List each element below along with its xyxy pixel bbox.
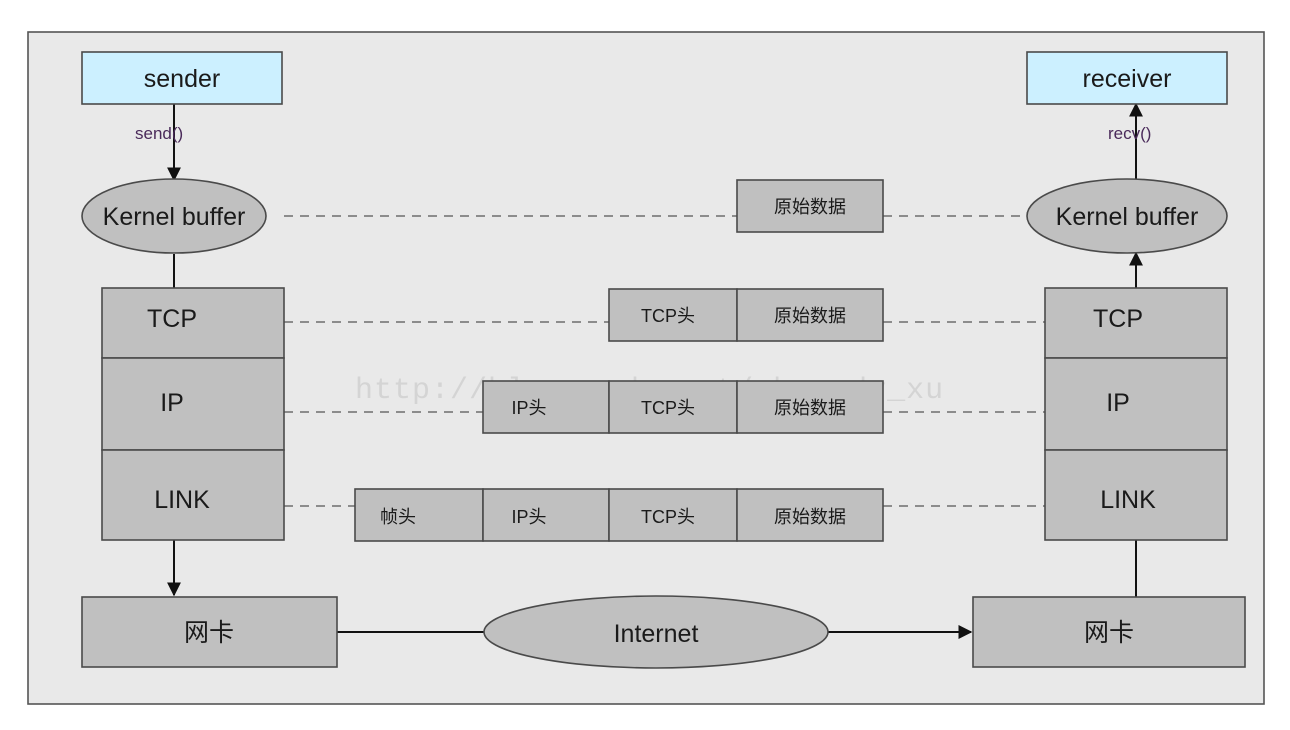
packet-segment-frame-header [354,488,484,542]
packet-link-level: 帧头 IP头 TCP头 原始数据 [354,488,884,542]
recv-call-label: recv() [1108,124,1151,143]
kernel-buffer-sender-label: Kernel buffer [103,203,246,231]
diagram-stage: http://blog.csdn.net/shanady_xu sender s… [0,0,1290,730]
nic-receiver: 网卡 [972,596,1246,668]
sender-label: sender [144,65,220,93]
ip-label-receiver: IP [1106,389,1130,417]
packet-tcp-level: TCP头 原始数据 [608,288,884,342]
kernel-buffer-receiver-label: Kernel buffer [1056,203,1199,231]
network-stack-diagram: http://blog.csdn.net/shanady_xu sender s… [27,31,1265,705]
ip-header-label: IP头 [511,398,546,418]
send-call-label: send() [135,124,183,143]
tcp-header-label: TCP头 [641,306,695,326]
sender-protocol-stack: TCP IP LINK [101,287,285,541]
ip-header-label: IP头 [511,507,546,527]
packet-kernel-level: 原始数据 [736,179,884,233]
ip-layer-sender [101,357,285,451]
raw-data-label: 原始数据 [774,197,846,217]
frame-header-label: 帧头 [380,507,416,527]
tcp-label-receiver: TCP [1093,305,1143,333]
tcp-label-sender: TCP [147,305,197,333]
kernel-buffer-sender: Kernel buffer [81,178,267,254]
ip-label-sender: IP [160,389,184,417]
kernel-buffer-receiver: Kernel buffer [1026,178,1228,254]
raw-data-label: 原始数据 [774,507,846,527]
internet-cloud: Internet [483,595,829,669]
receiver-protocol-stack: TCP IP LINK [1044,287,1228,541]
raw-data-label: 原始数据 [774,398,846,418]
tcp-header-label: TCP头 [641,398,695,418]
raw-data-label: 原始数据 [774,306,846,326]
internet-label: Internet [614,620,699,648]
link-label-sender: LINK [154,486,210,514]
sender-node: sender [81,51,283,105]
receiver-node: receiver [1026,51,1228,105]
nic-sender-label: 网卡 [184,619,234,647]
link-label-receiver: LINK [1100,486,1156,514]
ip-layer-receiver [1044,357,1228,451]
nic-receiver-label: 网卡 [1084,619,1134,647]
tcp-header-label: TCP头 [641,507,695,527]
packet-ip-level: IP头 TCP头 原始数据 [482,380,884,434]
receiver-label: receiver [1083,65,1172,93]
nic-sender: 网卡 [81,596,338,668]
